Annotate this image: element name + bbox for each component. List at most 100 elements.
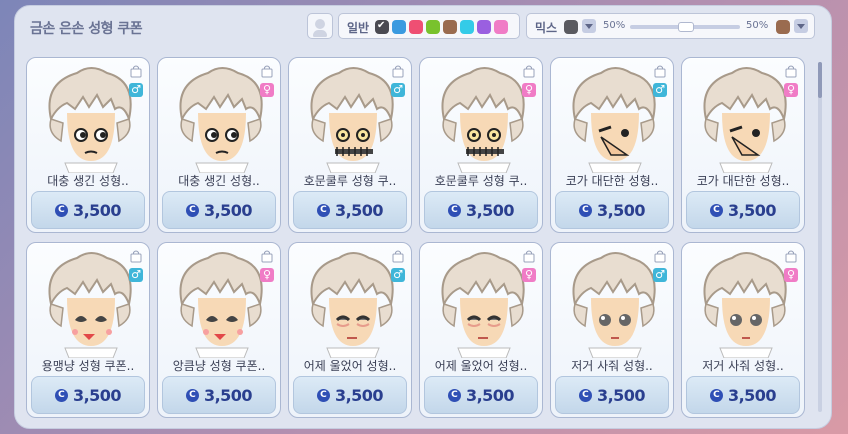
coupon-item-card[interactable]: ♀ 호문쿨루 성형 쿠.. C 3,500: [419, 57, 543, 233]
buy-button[interactable]: C 3,500: [293, 376, 407, 414]
male-gender-icon: ♂: [391, 83, 405, 97]
mix-color-left-swatch[interactable]: [564, 20, 578, 34]
coupon-item-card[interactable]: ♀ 앙큼냥 성형 쿠폰.. C 3,500: [157, 242, 281, 418]
item-price: 3,500: [203, 385, 253, 405]
scrollbar[interactable]: [818, 62, 822, 412]
item-price: 3,500: [72, 200, 122, 220]
female-gender-icon: ♀: [260, 268, 274, 282]
cash-coin-icon: C: [447, 388, 461, 402]
cash-coin-icon: C: [185, 203, 199, 217]
buy-button[interactable]: C 3,500: [162, 191, 276, 229]
male-gender-icon: ♂: [129, 83, 143, 97]
shopping-bag-icon[interactable]: [260, 248, 274, 263]
shopping-bag-icon[interactable]: [653, 63, 667, 78]
color-swatch-1[interactable]: [375, 20, 389, 34]
color-swatch-7[interactable]: [477, 20, 491, 34]
character-preview: [168, 248, 272, 359]
item-name: 어제 울었어 성형..: [303, 359, 397, 373]
character-preview: [430, 248, 534, 359]
mix-ratio-slider-knob[interactable]: [678, 22, 694, 32]
coupon-item-card[interactable]: ♂ 저거 사줘 성형.. C 3,500: [550, 242, 674, 418]
cash-coin-icon: C: [447, 203, 461, 217]
item-price: 3,500: [727, 385, 777, 405]
character-preview: [430, 63, 534, 174]
shopping-bag-icon[interactable]: [522, 248, 536, 263]
item-price: 3,500: [203, 200, 253, 220]
male-gender-icon: ♂: [653, 268, 667, 282]
shopping-bag-icon[interactable]: [129, 248, 143, 263]
shopping-bag-icon[interactable]: [260, 63, 274, 78]
normal-color-label: 일반: [347, 21, 370, 35]
mix-color-left-dropdown[interactable]: [582, 19, 596, 33]
buy-button[interactable]: C 3,500: [31, 376, 145, 414]
buy-button[interactable]: C 3,500: [162, 376, 276, 414]
female-gender-icon: ♀: [522, 268, 536, 282]
coupon-item-card[interactable]: ♀ 코가 대단한 성형.. C 3,500: [681, 57, 805, 233]
item-name: 저거 사줘 성형..: [702, 359, 784, 373]
mix-ratio-slider[interactable]: [630, 22, 740, 32]
cash-coin-icon: C: [54, 203, 68, 217]
buy-button[interactable]: C 3,500: [424, 191, 538, 229]
character-preview: [37, 248, 141, 359]
coupon-item-card[interactable]: ♂ 용맹냥 성형 쿠폰.. C 3,500: [26, 242, 150, 418]
mix-color-filter: 믹스 50% 50%: [526, 13, 815, 39]
male-gender-icon: ♂: [391, 268, 405, 282]
character-preview-toggle[interactable]: [307, 13, 333, 39]
character-preview: [561, 63, 665, 174]
buy-button[interactable]: C 3,500: [31, 191, 145, 229]
person-icon: [315, 19, 325, 29]
buy-button[interactable]: C 3,500: [686, 191, 800, 229]
item-price: 3,500: [596, 385, 646, 405]
buy-button[interactable]: C 3,500: [555, 191, 669, 229]
scrollbar-thumb[interactable]: [818, 62, 822, 98]
item-name: 코가 대단한 성형..: [696, 174, 790, 188]
color-swatch-2[interactable]: [392, 20, 406, 34]
shopping-bag-icon[interactable]: [129, 63, 143, 78]
buy-button[interactable]: C 3,500: [555, 376, 669, 414]
item-price: 3,500: [465, 385, 515, 405]
shopping-bag-icon[interactable]: [784, 248, 798, 263]
buy-button[interactable]: C 3,500: [293, 191, 407, 229]
window-title: 금손 은손 성형 쿠폰: [30, 21, 143, 37]
color-swatch-8[interactable]: [494, 20, 508, 34]
shopping-bag-icon[interactable]: [391, 63, 405, 78]
coupon-item-card[interactable]: ♂ 코가 대단한 성형.. C 3,500: [550, 57, 674, 233]
mix-percent-left: 50%: [603, 20, 626, 31]
coupon-item-card[interactable]: ♂ 호문쿨루 성형 쿠.. C 3,500: [288, 57, 412, 233]
coupon-item-card[interactable]: ♀ 어제 울었어 성형.. C 3,500: [419, 242, 543, 418]
coupon-item-card[interactable]: ♂ 어제 울었어 성형.. C 3,500: [288, 242, 412, 418]
item-price: 3,500: [334, 385, 384, 405]
mix-percent-right: 50%: [746, 20, 769, 31]
color-swatch-3[interactable]: [409, 20, 423, 34]
female-gender-icon: ♀: [522, 83, 536, 97]
character-preview: [299, 248, 403, 359]
item-name: 앙큼냥 성형 쿠폰..: [172, 359, 266, 373]
item-name: 대충 생긴 성형..: [178, 174, 260, 188]
cash-coin-icon: C: [316, 388, 330, 402]
shopping-bag-icon[interactable]: [391, 248, 405, 263]
item-name: 대충 생긴 성형..: [47, 174, 129, 188]
color-swatch-4[interactable]: [426, 20, 440, 34]
shopping-bag-icon[interactable]: [653, 248, 667, 263]
mix-color-right-swatch[interactable]: [776, 20, 790, 34]
buy-button[interactable]: C 3,500: [686, 376, 800, 414]
coupon-item-card[interactable]: ♀ 대충 생긴 성형.. C 3,500: [157, 57, 281, 233]
shopping-bag-icon[interactable]: [784, 63, 798, 78]
color-swatch-6[interactable]: [460, 20, 474, 34]
item-price: 3,500: [465, 200, 515, 220]
female-gender-icon: ♀: [784, 83, 798, 97]
coupon-item-card[interactable]: ♂ 대충 생긴 성형.. C 3,500: [26, 57, 150, 233]
shopping-bag-icon[interactable]: [522, 63, 536, 78]
cash-coin-icon: C: [54, 388, 68, 402]
mix-color-right-dropdown[interactable]: [794, 19, 808, 33]
cash-coin-icon: C: [578, 203, 592, 217]
character-preview: [168, 63, 272, 174]
color-swatch-5[interactable]: [443, 20, 457, 34]
cash-coin-icon: C: [709, 388, 723, 402]
character-preview: [692, 63, 796, 174]
coupon-item-card[interactable]: ♀ 저거 사줘 성형.. C 3,500: [681, 242, 805, 418]
buy-button[interactable]: C 3,500: [424, 376, 538, 414]
item-name: 용맹냥 성형 쿠폰..: [41, 359, 135, 373]
item-price: 3,500: [727, 200, 777, 220]
character-preview: [37, 63, 141, 174]
